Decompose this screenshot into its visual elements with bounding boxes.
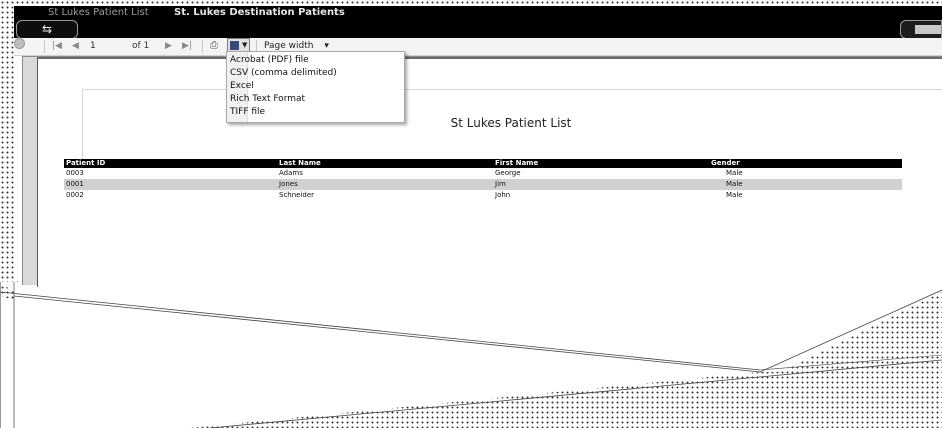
cell-last-name: Jones <box>279 180 298 188</box>
zoom-value: Page width <box>264 41 314 51</box>
cell-last-name: Adams <box>279 169 303 177</box>
column-header-patient-id: Patient ID <box>66 159 106 167</box>
page-number-input[interactable]: 1 <box>90 40 124 52</box>
cell-patient-id: 0002 <box>66 191 84 199</box>
menu-item-acrobat-pdf[interactable]: Acrobat (PDF) file <box>230 54 309 67</box>
previous-page-icon[interactable]: ◀ <box>72 40 79 52</box>
table-row: 0001 Jones Jim Male <box>64 179 902 190</box>
white-page-fragment <box>0 282 942 428</box>
panel-toggle-icon <box>915 25 941 34</box>
print-icon[interactable]: ⎙ <box>210 40 218 52</box>
export-format-menu: Acrobat (PDF) file CSV (comma delimited)… <box>226 51 405 123</box>
column-header-gender: Gender <box>711 159 740 167</box>
cell-first-name: George <box>495 169 521 177</box>
page-edge-top <box>82 89 942 90</box>
cell-first-name: John <box>495 191 511 199</box>
swap-arrows-icon: ⇆ <box>41 22 53 36</box>
panel-toggle-button[interactable] <box>900 20 942 39</box>
cell-gender: Male <box>726 169 743 177</box>
cell-patient-id: 0003 <box>66 169 84 177</box>
header-band: ⇆ <box>14 20 942 39</box>
toolbar-separator <box>44 40 45 53</box>
menu-item-excel[interactable]: Excel <box>230 80 254 93</box>
report-toolbar: |◀ ◀ 1 of 1 ▶ ▶| ⎙ ▼ Page width ▾ <box>14 38 942 56</box>
toolbar-separator <box>202 40 203 53</box>
column-header-last-name: Last Name <box>279 159 321 167</box>
tab-st-lukes-patient-list[interactable]: St Lukes Patient List <box>48 7 149 18</box>
column-header-first-name: First Name <box>495 159 539 167</box>
last-page-icon[interactable]: ▶| <box>182 40 192 52</box>
tab-bar: St Lukes Patient List St. Lukes Destinat… <box>14 6 942 22</box>
chevron-down-icon: ▾ <box>324 41 329 51</box>
table-row: 0003 Adams George Male <box>64 168 902 179</box>
cell-first-name: Jim <box>495 180 506 188</box>
menu-item-tiff-file[interactable]: TIFF file <box>230 106 265 119</box>
cell-gender: Male <box>726 180 743 188</box>
patient-table: Patient ID Last Name First Name Gender 0… <box>64 159 902 201</box>
menu-item-rich-text-format[interactable]: Rich Text Format <box>230 93 305 106</box>
cell-patient-id: 0001 <box>66 180 84 188</box>
chevron-down-icon: ▼ <box>242 41 248 49</box>
next-page-icon[interactable]: ▶ <box>165 40 172 52</box>
stop-icon[interactable] <box>14 38 25 49</box>
save-disk-icon <box>230 41 239 50</box>
menu-item-csv[interactable]: CSV (comma delimited) <box>230 67 337 80</box>
page-count-label: of 1 <box>132 41 150 51</box>
table-row: 0002 Schneider John Male <box>64 190 902 201</box>
cell-gender: Male <box>726 191 743 199</box>
table-header-row: Patient ID Last Name First Name Gender <box>64 159 902 168</box>
cell-last-name: Schneider <box>279 191 315 199</box>
first-page-icon[interactable]: |◀ <box>52 40 62 52</box>
swap-button[interactable]: ⇆ <box>16 20 78 39</box>
report-title: St Lukes Patient List <box>450 116 572 130</box>
tab-st-lukes-destination-patients[interactable]: St. Lukes Destination Patients <box>174 7 345 18</box>
